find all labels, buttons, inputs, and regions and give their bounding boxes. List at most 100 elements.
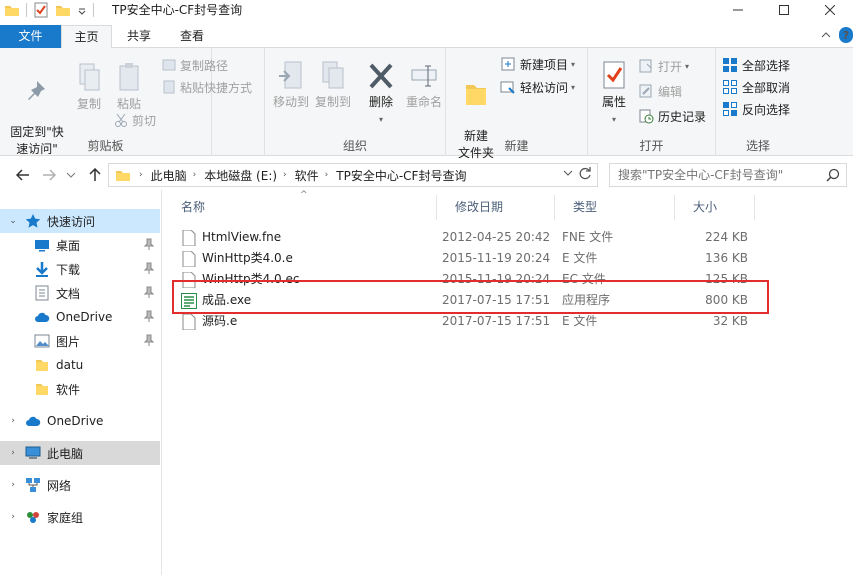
tab-file[interactable]: 文件 — [0, 25, 61, 48]
nav-network[interactable]: › 网络 — [0, 473, 160, 497]
address-row: › 此电脑 › 本地磁盘 (E:) › 软件 › TP安全中心-CF封号查询 — [0, 160, 853, 190]
easy-access-icon — [500, 81, 515, 94]
chevron-down-icon[interactable]: ⌄ — [7, 216, 19, 226]
new-folder-icon[interactable] — [55, 2, 71, 18]
nav-item-onedrive-pinned[interactable]: OneDrive — [0, 305, 160, 329]
refresh-button[interactable] — [578, 166, 592, 184]
window-title: TP安全中心-CF封号查询 — [112, 3, 243, 17]
nav-this-pc[interactable]: › 此电脑 — [0, 441, 160, 465]
nav-item-datu[interactable]: datu — [0, 353, 160, 377]
paste-label: 粘贴 — [116, 97, 141, 111]
up-button[interactable] — [86, 165, 104, 185]
nav-item-desktop[interactable]: 桌面 — [0, 233, 160, 257]
select-group-label: 选择 — [745, 139, 770, 153]
chevron-down-icon[interactable] — [77, 2, 87, 18]
nav-item-downloads[interactable]: 下载 — [0, 257, 160, 281]
nav-item-documents[interactable]: 文档 — [0, 281, 160, 305]
tab-home[interactable]: 主页 — [61, 25, 112, 49]
properties-icon[interactable] — [33, 2, 49, 18]
chevron-right-icon[interactable]: › — [283, 170, 287, 180]
nav-item-software[interactable]: 软件 — [0, 377, 160, 401]
nav-quick-access[interactable]: ⌄ 快速访问 — [0, 209, 160, 233]
select-all-button[interactable]: 全部选择 — [722, 55, 790, 75]
copy-to-button[interactable]: 复制到 — [313, 60, 353, 111]
quick-access-toolbar — [4, 2, 100, 18]
address-bar[interactable]: › 此电脑 › 本地磁盘 (E:) › 软件 › TP安全中心-CF封号查询 — [108, 163, 598, 187]
table-row[interactable]: WinHttp类4.0.e 2015-11-19 20:24 E 文件 136 … — [163, 248, 763, 269]
maximize-button[interactable] — [761, 0, 807, 20]
paste-shortcut-button[interactable]: 粘贴快捷方式 — [162, 77, 252, 97]
nav-item-pictures[interactable]: 图片 — [0, 329, 160, 353]
nav-onedrive[interactable]: › OneDrive — [0, 409, 160, 433]
breadcrumb-software[interactable]: 软件 — [295, 167, 319, 184]
rename-button[interactable]: 重命名 — [403, 60, 445, 111]
copy-button[interactable]: 复制 — [70, 62, 108, 113]
back-arrow-icon — [16, 169, 29, 181]
move-to-icon — [279, 61, 302, 89]
paste-button[interactable]: 粘贴 — [110, 62, 148, 113]
search-input[interactable] — [618, 168, 818, 182]
move-to-label: 移动到 — [272, 95, 309, 109]
chevron-right-icon[interactable]: › — [7, 512, 19, 522]
file-type: E 文件 — [562, 251, 598, 265]
select-none-button[interactable]: 全部取消 — [722, 77, 790, 97]
help-button[interactable]: ? — [839, 27, 853, 43]
column-header-type[interactable]: 类型 — [555, 195, 675, 220]
new-item-button[interactable]: 新建项目 ▾ — [500, 54, 575, 74]
search-icon — [826, 168, 840, 185]
nav-homegroup[interactable]: › 家庭组 — [0, 505, 160, 529]
onedrive-icon — [35, 312, 50, 322]
minimize-button[interactable] — [715, 0, 761, 20]
nav-item-label: 图片 — [56, 334, 81, 349]
recent-locations-button[interactable] — [62, 165, 80, 185]
search-box[interactable] — [609, 163, 847, 187]
chevron-right-icon[interactable]: › — [193, 170, 197, 180]
file-type: FNE 文件 — [562, 230, 614, 244]
download-icon — [36, 262, 48, 277]
invert-selection-button[interactable]: 反向选择 — [722, 99, 790, 119]
rename-label: 重命名 — [405, 95, 442, 109]
folder-icon — [116, 171, 130, 181]
forward-button[interactable] — [40, 165, 58, 185]
close-button[interactable] — [807, 0, 853, 20]
paste-shortcut-icon — [163, 80, 175, 94]
cut-button[interactable]: 剪切 — [114, 110, 156, 130]
chevron-right-icon[interactable]: › — [7, 416, 19, 426]
open-button[interactable]: 打开 ▾ — [638, 56, 689, 76]
tab-view[interactable]: 查看 — [166, 25, 218, 48]
ribbon: 固定到"快 速访问" 复制 粘贴 复制路径 粘贴快捷方式 剪切 剪贴板 移动到 — [0, 48, 853, 160]
easy-access-button[interactable]: 轻松访问 ▾ — [500, 77, 575, 97]
cut-label: 剪切 — [132, 113, 157, 128]
move-to-button[interactable]: 移动到 — [271, 60, 311, 111]
chevron-right-icon[interactable]: › — [325, 170, 329, 180]
breadcrumb-current-folder[interactable]: TP安全中心-CF封号查询 — [336, 167, 466, 184]
nav-network-label: 网络 — [47, 478, 72, 493]
breadcrumb-drive-e[interactable]: 本地磁盘 (E:) — [204, 167, 277, 184]
file-type: E 文件 — [562, 314, 598, 328]
chevron-right-icon[interactable]: › — [7, 448, 19, 458]
column-header-size[interactable]: 大小 — [675, 195, 755, 220]
chevron-up-icon — [821, 32, 831, 38]
table-row[interactable]: 源码.e 2017-07-15 17:51 E 文件 32 KB — [163, 311, 763, 332]
copy-path-button[interactable]: 复制路径 — [162, 55, 228, 75]
column-header-name[interactable]: 名称 — [163, 195, 437, 220]
nav-this-pc-label: 此电脑 — [47, 446, 84, 461]
edit-button[interactable]: 编辑 — [638, 81, 682, 101]
ribbon-collapse-button[interactable] — [819, 27, 833, 43]
properties-button[interactable]: 属性 ▾ — [594, 60, 634, 128]
breadcrumb-this-pc[interactable]: 此电脑 — [151, 167, 187, 184]
computer-icon — [25, 446, 41, 459]
folder-icon — [4, 2, 20, 18]
delete-button[interactable]: 删除 ▾ — [363, 60, 399, 128]
chevron-right-icon[interactable]: › — [7, 480, 19, 490]
divider — [26, 3, 27, 17]
clipboard-group-label: 剪贴板 — [87, 139, 124, 153]
back-button[interactable] — [14, 165, 32, 185]
tab-share[interactable]: 共享 — [115, 25, 163, 48]
column-header-date[interactable]: 修改日期 — [437, 195, 555, 220]
pin-icon — [144, 334, 154, 346]
address-history-button[interactable] — [563, 168, 573, 181]
history-button[interactable]: 历史记录 — [638, 106, 706, 126]
file-size: 32 KB — [712, 314, 748, 328]
table-row[interactable]: HtmlView.fne 2012-04-25 20:42 FNE 文件 224… — [163, 227, 763, 248]
